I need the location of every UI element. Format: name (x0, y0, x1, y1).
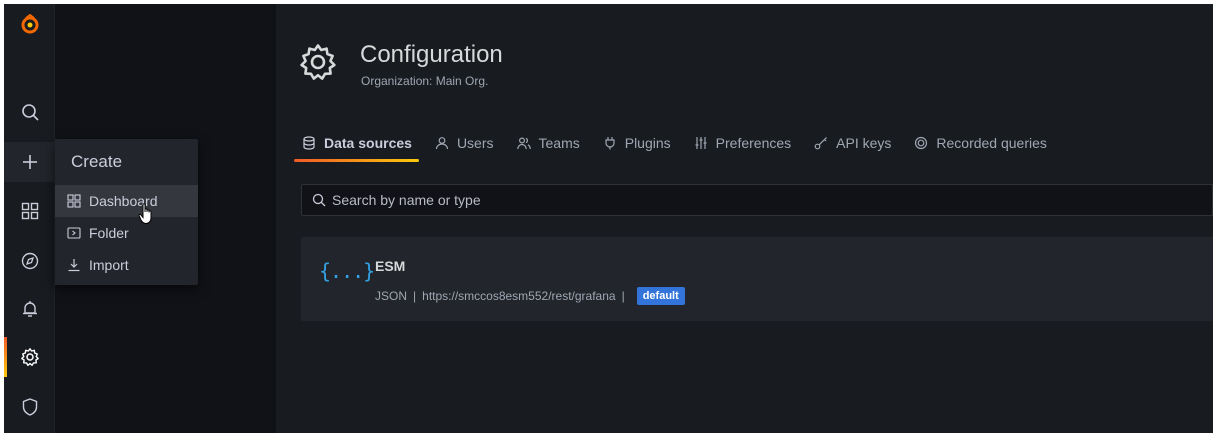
datasource-url: https://smccos8esm552/rest/grafana (422, 289, 616, 303)
tab-bar: Data sources Users Teams Plugins Prefere… (294, 128, 1062, 162)
tab-label: Preferences (715, 135, 792, 151)
hand-cursor-icon (138, 203, 152, 225)
datasource-card[interactable]: {...} ESM JSON | https://smccos8esm552/r… (301, 237, 1213, 321)
users-icon (516, 137, 531, 150)
sidebar (4, 4, 55, 433)
tab-label: Recorded queries (936, 135, 1047, 151)
sliders-icon (695, 137, 707, 149)
user-icon (435, 137, 449, 150)
search-icon[interactable] (4, 92, 55, 132)
tab-label: Users (456, 135, 494, 151)
separator: | (413, 289, 417, 303)
folder-icon (67, 227, 81, 239)
tab-teams[interactable]: Teams (509, 128, 595, 158)
database-icon (303, 136, 315, 150)
tab-recorded-queries[interactable]: Recorded queries (906, 128, 1062, 158)
menu-item-dashboard[interactable]: Dashboard (55, 185, 198, 217)
app-window: Configuration Organization: Main Org. Da… (4, 4, 1213, 433)
create-menu: Create Dashboard Folder Import (55, 139, 198, 285)
create-menu-title: Create (71, 152, 123, 171)
menu-item-folder[interactable]: Folder (55, 217, 198, 249)
separator: | (621, 289, 625, 303)
menu-item-import[interactable]: Import (55, 249, 198, 281)
key-icon (814, 137, 828, 150)
record-icon (915, 136, 928, 150)
tab-label: Data sources (324, 135, 412, 151)
shield-icon[interactable] (4, 387, 55, 427)
search-icon (312, 193, 326, 207)
tab-label: Teams (538, 135, 580, 151)
import-icon (68, 259, 80, 272)
datasource-name: ESM (375, 258, 406, 274)
datasource-type: JSON (375, 289, 408, 303)
tab-users[interactable]: Users (427, 128, 509, 158)
tab-data-sources[interactable]: Data sources (294, 128, 427, 162)
page-title: Configuration (360, 41, 503, 68)
tab-api-keys[interactable]: API keys (806, 128, 906, 158)
plug-icon (605, 137, 615, 150)
tab-plugins[interactable]: Plugins (595, 128, 686, 158)
datasource-meta: JSON | https://smccos8esm552/rest/grafan… (375, 287, 685, 305)
gear-icon[interactable] (4, 337, 55, 377)
tab-preferences[interactable]: Preferences (686, 128, 806, 158)
alerting-icon[interactable] (4, 289, 55, 329)
grafana-logo-icon[interactable] (4, 4, 55, 44)
search-box[interactable] (301, 184, 1213, 216)
search-input[interactable] (332, 192, 1132, 208)
default-badge: default (636, 287, 685, 305)
page-subtitle: Organization: Main Org. (361, 74, 489, 88)
json-datasource-icon: {...} (319, 259, 375, 283)
explore-icon[interactable] (4, 241, 55, 281)
dashboard-grid-icon (67, 194, 81, 208)
configuration-gear-icon (300, 44, 336, 80)
tab-label: Plugins (624, 135, 671, 151)
plus-icon[interactable] (4, 142, 55, 182)
menu-item-label: Import (89, 257, 129, 273)
menu-item-label: Folder (89, 225, 129, 241)
dashboards-icon[interactable] (4, 191, 55, 231)
tab-label: API keys (836, 135, 892, 151)
